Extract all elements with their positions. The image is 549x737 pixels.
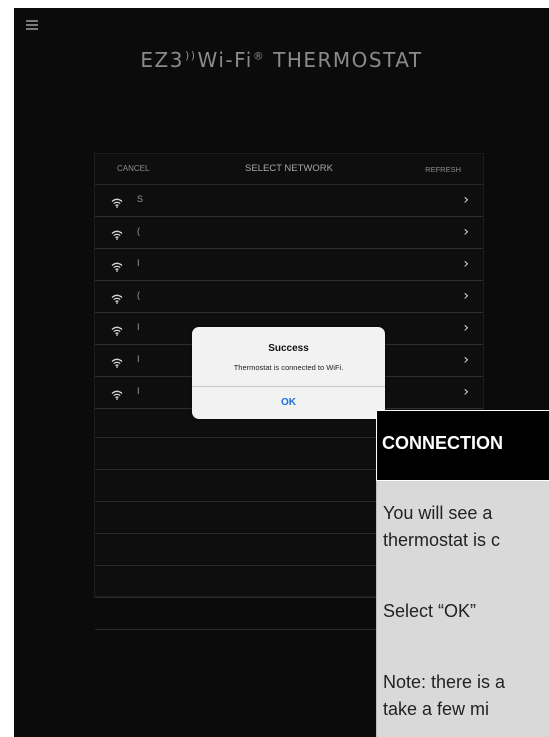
logo-suffix: THERMOSTAT (265, 48, 423, 72)
registered-mark: ® (252, 49, 266, 63)
network-name: I (137, 354, 140, 364)
wifi-signal-icon (111, 291, 123, 304)
wifi-signal-icon (111, 259, 123, 272)
chevron-right-icon: › (463, 384, 469, 400)
wifi-signal-icon (111, 195, 123, 208)
network-name: ( (137, 290, 140, 300)
callout-line-2: thermostat is c (383, 530, 501, 550)
panel-header: CANCEL SELECT NETWORK REFRESH (95, 154, 483, 185)
network-name: ( (137, 226, 140, 236)
network-row[interactable]: I › (95, 249, 483, 281)
redaction-mask (143, 249, 289, 280)
chevron-right-icon: › (463, 224, 469, 240)
redaction-mask (143, 217, 289, 248)
network-name: I (137, 258, 140, 268)
network-row[interactable]: (› (95, 281, 483, 313)
wifi-wave-icon: )) (184, 49, 197, 63)
network-name: I (137, 386, 140, 396)
network-name: I (137, 322, 140, 332)
callout-line-3: Select “OK” (383, 601, 477, 621)
alert-ok-button[interactable]: OK (192, 386, 385, 419)
success-alert-dialog: Success Thermostat is connected to WiFi.… (192, 327, 385, 419)
alert-title: Success (268, 343, 309, 354)
chevron-right-icon: › (463, 320, 469, 336)
callout-line-5: take a few mi (383, 699, 490, 719)
redaction-mask (143, 281, 289, 312)
alert-message: Thermostat is connected to WiFi. (233, 363, 344, 372)
logo-middle: Wi-Fi (197, 48, 253, 72)
chevron-right-icon: › (463, 288, 469, 304)
callout-title: CONNECTION (382, 433, 503, 453)
app-screen: EZ3))Wi-Fi® THERMOSTAT CANCEL SELECT NET… (14, 8, 549, 737)
hamburger-menu-icon[interactable] (26, 20, 38, 30)
wifi-signal-icon (111, 387, 123, 400)
chevron-right-icon: › (463, 256, 469, 272)
chevron-right-icon: › (463, 192, 469, 208)
callout-line-1: You will see a (383, 503, 493, 523)
refresh-button[interactable]: REFRESH (425, 165, 461, 174)
app-logo: EZ3))Wi-Fi® THERMOSTAT (14, 48, 549, 72)
redaction-mask (143, 185, 289, 216)
network-row[interactable]: S › (95, 185, 483, 217)
callout-body: You will see a thermostat is c Select “O… (376, 481, 549, 737)
chevron-right-icon: › (463, 352, 469, 368)
network-row[interactable]: (› (95, 217, 483, 249)
wifi-signal-icon (111, 355, 123, 368)
callout-header: CONNECTION (376, 410, 549, 481)
logo-prefix: EZ3 (140, 48, 184, 72)
callout-line-4: Note: there is a (383, 672, 506, 692)
wifi-signal-icon (111, 323, 123, 336)
instruction-callout: CONNECTION You will see a thermostat is … (376, 410, 549, 737)
wifi-signal-icon (111, 227, 123, 240)
